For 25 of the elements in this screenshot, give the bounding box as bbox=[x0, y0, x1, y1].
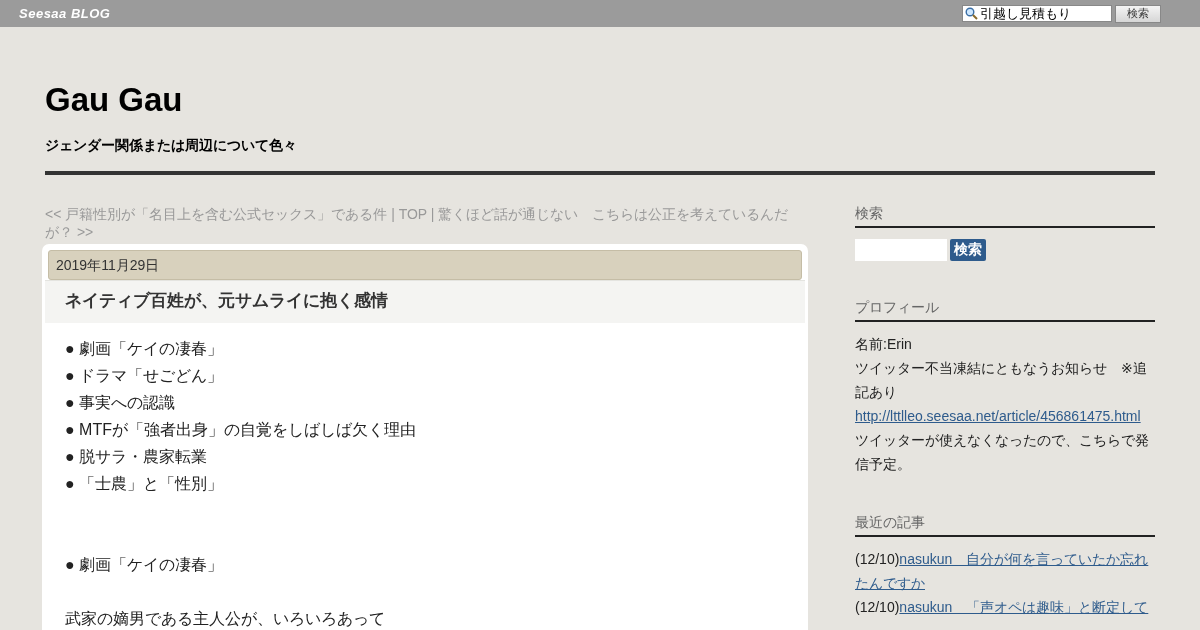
recent-article-item[interactable]: (12/10)nasukun 「声オペは趣味」と断定して bbox=[855, 595, 1155, 619]
search-heading: 検索 bbox=[855, 205, 1155, 228]
search-field[interactable]: 引越し見積もり bbox=[962, 5, 1112, 22]
search-icon bbox=[965, 7, 978, 20]
article-title[interactable]: ネイティブ百姓が、元サムライに抱く感情 bbox=[45, 280, 805, 323]
article-date: 2019年11月29日 bbox=[48, 250, 802, 280]
toc-item: ● 事実への認識 bbox=[65, 393, 177, 413]
profile-heading: プロフィール bbox=[855, 299, 1155, 322]
toc-item: ● MTFが「強者出身」の自覚をしばしば欠く理由 bbox=[65, 420, 417, 440]
toc-item: ● 劇画「ケイの凄春」 bbox=[65, 339, 225, 359]
profile-link[interactable]: http://lttlleo.seesaa.net/article/456861475.html bbox=[855, 408, 1141, 424]
blog-subtitle: ジェンダー関係または周辺について色々 bbox=[45, 137, 298, 155]
toc-item: ● ドラマ「せごどん」 bbox=[65, 366, 225, 386]
blog-title[interactable]: Gau Gau bbox=[45, 81, 1155, 119]
profile-name: 名前:Erin bbox=[855, 335, 913, 354]
recent-heading: 最近の記事 bbox=[855, 514, 1155, 537]
sidebar-search-button[interactable]: 検索 bbox=[950, 239, 986, 261]
sidebar-search-field[interactable] bbox=[855, 239, 947, 261]
toc-item: ● 「士農」と「性別」 bbox=[65, 474, 225, 494]
search-button[interactable]: 検索 bbox=[1115, 4, 1161, 23]
paragraph: 武家の嫡男である主人公が、いろいろあって bbox=[65, 609, 386, 629]
toc-item: ● 脱サラ・農家転業 bbox=[65, 447, 209, 467]
profile-notice: ツイッター不当凍結にともなうお知らせ ※追記あり bbox=[855, 359, 1148, 402]
section-heading: ● 劇画「ケイの凄春」 bbox=[65, 555, 225, 575]
profile-note: ツイッターが使えなくなったので、こちらで発信予定。 bbox=[855, 431, 1150, 474]
